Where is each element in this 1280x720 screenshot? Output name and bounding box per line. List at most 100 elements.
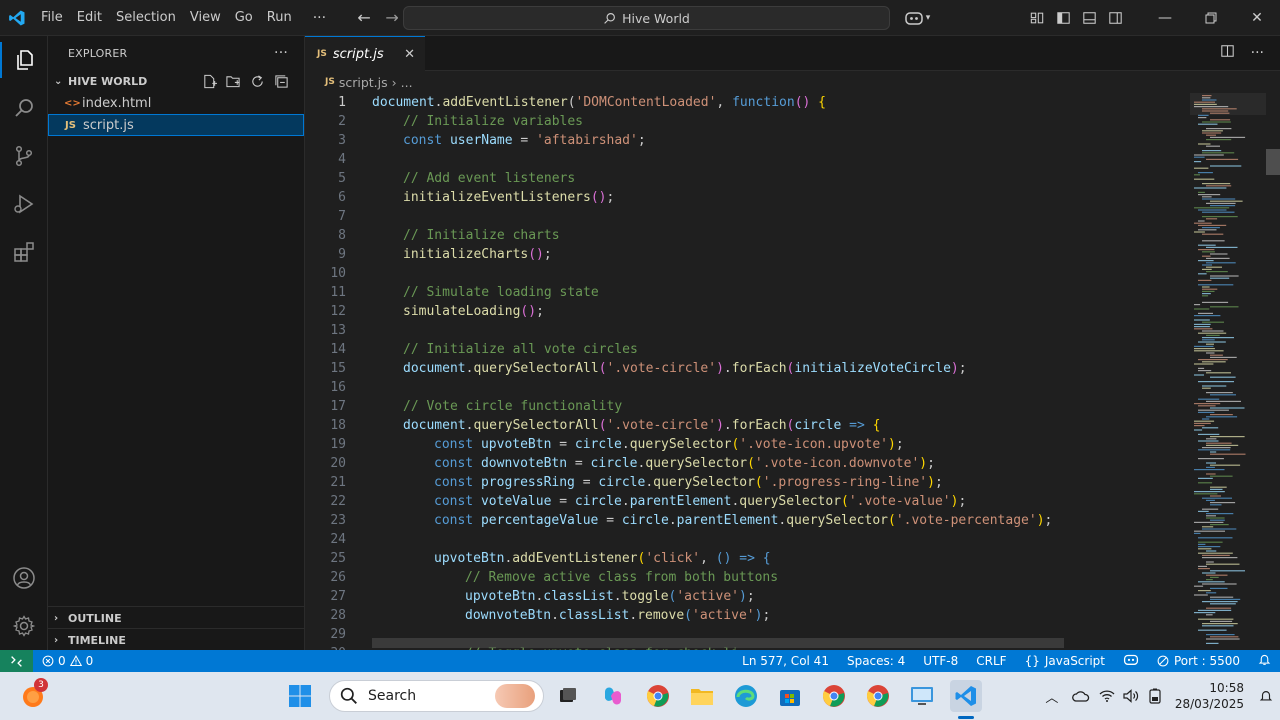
language-mode[interactable]: {} JavaScript [1016,654,1114,668]
copilot-app-icon[interactable] [597,680,629,712]
start-button-icon[interactable] [284,680,316,712]
code-line[interactable]: 20 const downvoteBtn = circle.querySelect… [305,454,1190,473]
minimap[interactable] [1190,93,1266,650]
wifi-icon[interactable] [1095,689,1119,703]
menu-go[interactable]: Go [228,0,260,36]
edge-browser-icon[interactable] [730,680,762,712]
menu-run[interactable]: Run [260,0,299,36]
chevron-up-icon[interactable]: ︿ [1037,687,1067,706]
code-line[interactable]: 1 document.addEventListener('DOMContentLo… [305,93,1190,112]
notification-widget[interactable]: 3 [18,678,50,712]
code-line[interactable]: 7 [305,207,1190,226]
file-explorer-icon[interactable] [686,680,718,712]
new-file-icon[interactable] [200,72,218,90]
cursor-position[interactable]: Ln 577, Col 41 [733,654,838,668]
code-line[interactable]: 5 // Add event listeners [305,169,1190,188]
task-view-icon[interactable] [552,680,584,712]
vscode-taskbar-icon[interactable] [950,680,982,712]
chrome-profile-a-icon[interactable] [642,680,674,712]
onedrive-icon[interactable] [1067,689,1095,703]
code-line[interactable]: 27 upvoteBtn.classList.toggle('active'); [305,587,1190,606]
toggle-secondary-sidebar-icon[interactable] [1102,0,1128,36]
refresh-icon[interactable] [248,72,266,90]
code-line[interactable]: 25 upvoteBtn.addEventListener('click', ()… [305,549,1190,568]
timeline-section[interactable]: › TIMELINE [48,628,305,651]
breadcrumb-more[interactable]: ... [401,75,413,90]
tab-script-js[interactable]: JS script.js ✕ [305,36,425,71]
editor-more-button[interactable]: ··· [1251,45,1264,61]
taskbar-search[interactable]: Search [329,680,544,712]
settings-gear-icon[interactable] [0,602,48,650]
code-line[interactable]: 10 [305,264,1190,283]
indentation[interactable]: Spaces: 4 [838,654,914,668]
code-line[interactable]: 12 simulateLoading(); [305,302,1190,321]
notifications-bell-icon[interactable] [1249,653,1280,669]
code-line[interactable]: 23 const percentageValue = circle.parentE… [305,511,1190,530]
explorer-more-button[interactable]: ··· [274,45,304,61]
horizontal-scrollbar[interactable] [372,638,1064,648]
file-item-index-html[interactable]: <> index.html [48,92,304,114]
vertical-scrollbar[interactable] [1266,93,1280,650]
close-icon[interactable]: ✕ [404,47,415,62]
code-line[interactable]: 19 const upvoteBtn = circle.querySelector… [305,435,1190,454]
code-line[interactable]: 11 // Simulate loading state [305,283,1190,302]
code-editor[interactable]: 1 document.addEventListener('DOMContentLo… [305,93,1190,650]
chrome-profile-c-icon[interactable] [862,680,894,712]
chrome-profile-b-icon[interactable] [818,680,850,712]
source-control-icon[interactable] [0,132,48,180]
scrollbar-thumb[interactable] [1266,149,1280,175]
search-icon[interactable] [0,84,48,132]
code-line[interactable]: 22 const voteValue = circle.parentElement… [305,492,1190,511]
collapse-all-icon[interactable] [272,72,290,90]
minimize-button[interactable]: — [1142,0,1188,36]
taskbar-clock[interactable]: 10:58 28/03/2025 [1167,680,1258,712]
customize-layout-icon[interactable] [1024,0,1050,36]
menu-more[interactable]: ··· [299,10,340,26]
run-debug-icon[interactable] [0,180,48,228]
code-line[interactable]: 15 document. querySelectorAll('.vote-circl… [305,359,1190,378]
restore-button[interactable] [1188,0,1234,36]
code-line[interactable]: 8 // Initialize charts [305,226,1190,245]
live-server-port[interactable]: Port : 5500 [1148,654,1249,668]
remote-indicator-icon[interactable] [0,650,33,672]
menu-view[interactable]: View [183,0,228,36]
command-center-search[interactable]: Hive World [403,6,890,30]
code-line[interactable]: 3 const userName = 'aftabirshad'; [305,131,1190,150]
split-editor-icon[interactable] [1220,44,1235,62]
code-line[interactable]: 26 // Remove active class from both butto… [305,568,1190,587]
code-line[interactable]: 16 [305,378,1190,397]
code-line[interactable]: 2 // Initialize variables [305,112,1190,131]
code-line[interactable]: 18 document. querySelectorAll('.vote-circl… [305,416,1190,435]
copilot-status-icon[interactable] [1114,653,1148,669]
explorer-icon[interactable] [0,36,48,84]
toggle-panel-icon[interactable] [1076,0,1102,36]
menu-edit[interactable]: Edit [70,0,109,36]
code-line[interactable]: 9 initializeCharts(); [305,245,1190,264]
toggle-primary-sidebar-icon[interactable] [1050,0,1076,36]
code-line[interactable]: 28 downvoteBtn.classList.remove('active')… [305,606,1190,625]
close-window-button[interactable]: ✕ [1234,0,1280,36]
code-line[interactable]: 17 // Vote circle functionality [305,397,1190,416]
workspace-folder-header[interactable]: ⌄ HIVE WORLD [48,70,304,92]
microsoft-store-icon[interactable] [774,680,806,712]
new-folder-icon[interactable] [224,72,242,90]
file-item-script-js[interactable]: JS script.js [48,114,304,136]
menu-file[interactable]: File [34,0,70,36]
breadcrumb-file[interactable]: script.js [339,75,388,90]
outline-section[interactable]: › OUTLINE [48,606,305,629]
code-line[interactable]: 13 [305,321,1190,340]
problems-indicator[interactable]: 0 0 [33,654,102,668]
code-line[interactable]: 24 [305,530,1190,549]
code-line[interactable]: 6 initializeEventListeners(); [305,188,1190,207]
volume-icon[interactable] [1119,689,1143,703]
notification-center-icon[interactable] [1258,689,1280,703]
code-line[interactable]: 4 [305,150,1190,169]
encoding[interactable]: UTF-8 [914,654,967,668]
remote-desktop-icon[interactable] [906,680,938,712]
end-of-line[interactable]: CRLF [967,654,1015,668]
extensions-icon[interactable] [0,228,48,276]
accounts-icon[interactable] [0,554,48,602]
battery-icon[interactable] [1143,688,1167,704]
back-arrow-icon[interactable]: ← [350,8,378,27]
forward-arrow-icon[interactable]: → [378,8,406,27]
